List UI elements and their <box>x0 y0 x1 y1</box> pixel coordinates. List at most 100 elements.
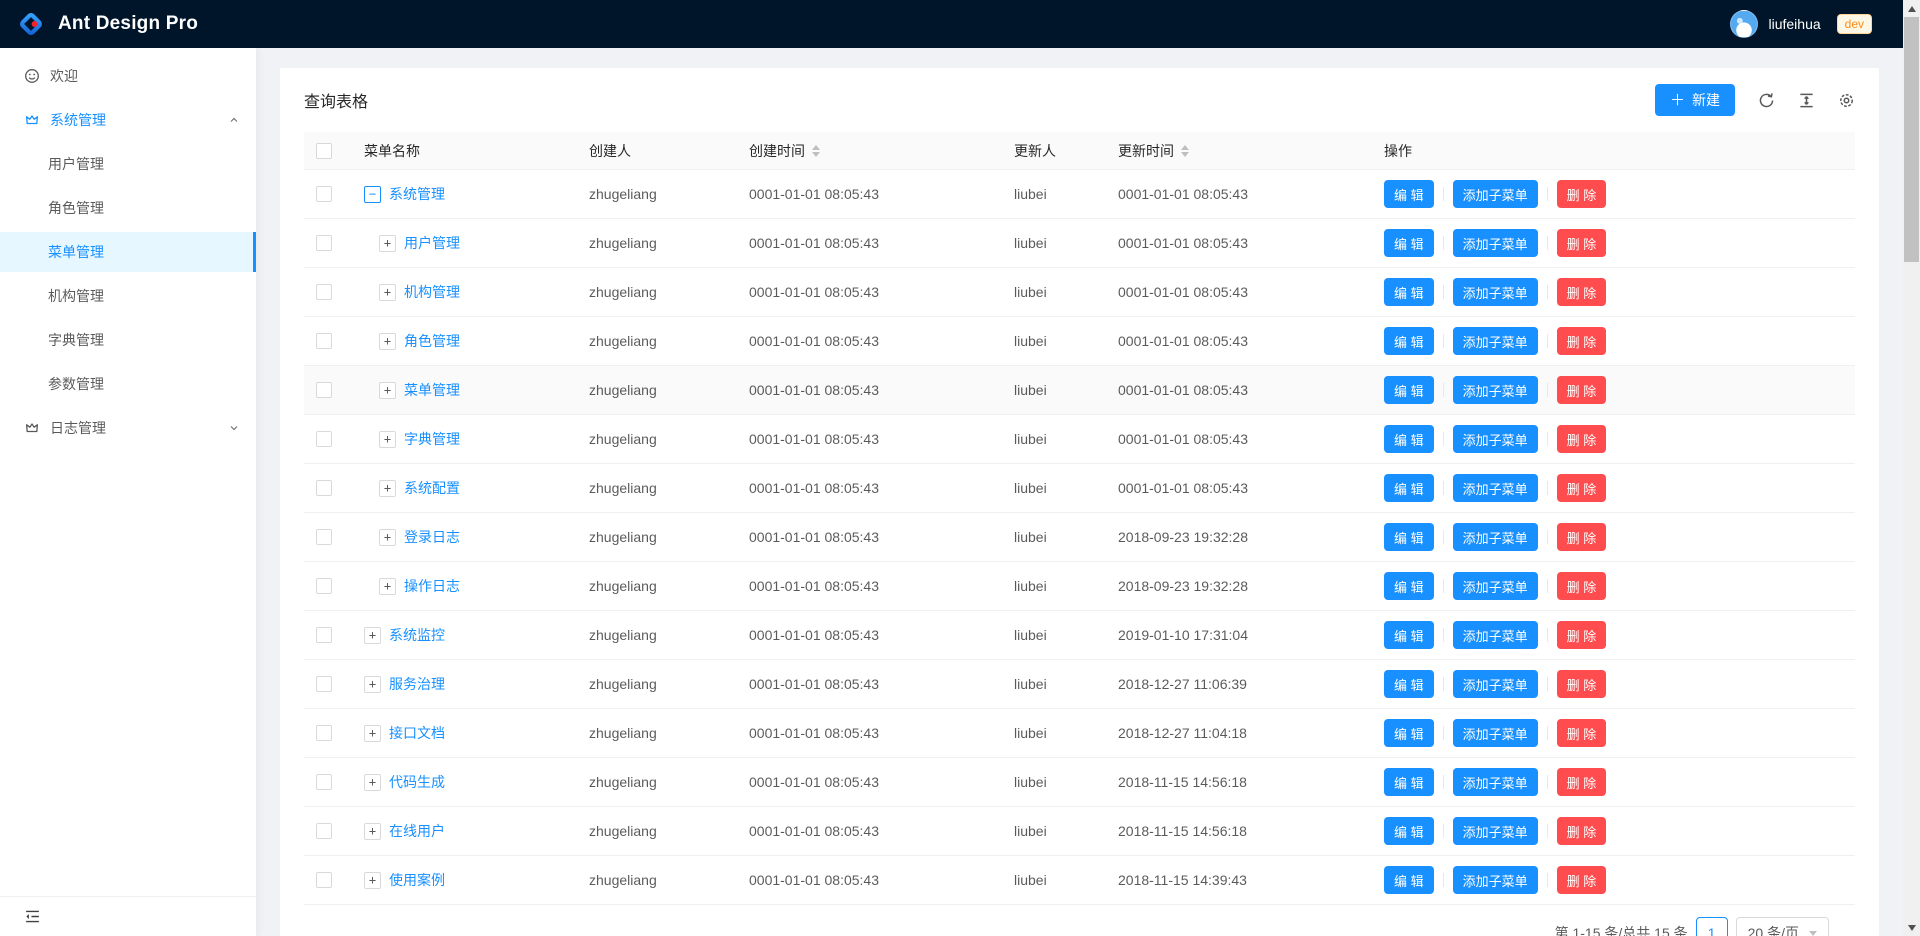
delete-button[interactable]: 删 除 <box>1557 768 1607 796</box>
menu-fold-icon[interactable] <box>24 908 41 925</box>
user-name[interactable]: liufeihua <box>1768 16 1820 32</box>
menu-name-link[interactable]: 服务治理 <box>389 674 445 694</box>
expand-toggle[interactable]: − <box>364 186 381 203</box>
expand-toggle[interactable]: + <box>379 284 396 301</box>
edit-button[interactable]: 编 辑 <box>1384 817 1434 845</box>
edit-button[interactable]: 编 辑 <box>1384 180 1434 208</box>
row-checkbox[interactable] <box>316 235 332 251</box>
edit-button[interactable]: 编 辑 <box>1384 229 1434 257</box>
new-button[interactable]: ＋ 新建 <box>1655 84 1735 116</box>
column-header-updated[interactable]: 更新时间 <box>1102 141 1368 161</box>
edit-button[interactable]: 编 辑 <box>1384 474 1434 502</box>
column-header-created[interactable]: 创建时间 <box>733 141 998 161</box>
delete-button[interactable]: 删 除 <box>1557 425 1607 453</box>
menu-name-link[interactable]: 机构管理 <box>404 282 460 302</box>
menu-name-link[interactable]: 系统管理 <box>389 184 445 204</box>
delete-button[interactable]: 删 除 <box>1557 376 1607 404</box>
menu-name-link[interactable]: 代码生成 <box>389 772 445 792</box>
reload-icon[interactable] <box>1758 92 1775 109</box>
edit-button[interactable]: 编 辑 <box>1384 866 1434 894</box>
edit-button[interactable]: 编 辑 <box>1384 719 1434 747</box>
expand-toggle[interactable]: + <box>364 676 381 693</box>
menu-name-link[interactable]: 系统监控 <box>389 625 445 645</box>
add-child-button[interactable]: 添加子菜单 <box>1453 719 1538 747</box>
edit-button[interactable]: 编 辑 <box>1384 376 1434 404</box>
menu-name-link[interactable]: 使用案例 <box>389 870 445 890</box>
add-child-button[interactable]: 添加子菜单 <box>1453 474 1538 502</box>
logo[interactable]: Ant Design Pro <box>16 9 198 39</box>
expand-toggle[interactable]: + <box>379 578 396 595</box>
add-child-button[interactable]: 添加子菜单 <box>1453 229 1538 257</box>
delete-button[interactable]: 删 除 <box>1557 621 1607 649</box>
sidebar-item-org-mgmt[interactable]: 机构管理 <box>0 276 256 316</box>
edit-button[interactable]: 编 辑 <box>1384 523 1434 551</box>
delete-button[interactable]: 删 除 <box>1557 719 1607 747</box>
row-checkbox[interactable] <box>316 186 332 202</box>
header-user-area[interactable]: liufeihua dev <box>1730 10 1872 38</box>
delete-button[interactable]: 删 除 <box>1557 670 1607 698</box>
row-checkbox[interactable] <box>316 823 332 839</box>
edit-button[interactable]: 编 辑 <box>1384 278 1434 306</box>
density-icon[interactable] <box>1798 92 1815 109</box>
delete-button[interactable]: 删 除 <box>1557 817 1607 845</box>
edit-button[interactable]: 编 辑 <box>1384 670 1434 698</box>
add-child-button[interactable]: 添加子菜单 <box>1453 278 1538 306</box>
row-checkbox[interactable] <box>316 529 332 545</box>
row-checkbox[interactable] <box>316 872 332 888</box>
scroll-up-arrow[interactable] <box>1903 0 1920 17</box>
expand-toggle[interactable]: + <box>379 529 396 546</box>
sidebar-group-log[interactable]: 日志管理 <box>0 408 256 448</box>
row-checkbox[interactable] <box>316 676 332 692</box>
sidebar-item-role-mgmt[interactable]: 角色管理 <box>0 188 256 228</box>
add-child-button[interactable]: 添加子菜单 <box>1453 817 1538 845</box>
expand-toggle[interactable]: + <box>379 480 396 497</box>
delete-button[interactable]: 删 除 <box>1557 180 1607 208</box>
row-checkbox[interactable] <box>316 431 332 447</box>
expand-toggle[interactable]: + <box>379 235 396 252</box>
sidebar-item-menu-mgmt[interactable]: 菜单管理 <box>0 232 256 272</box>
delete-button[interactable]: 删 除 <box>1557 523 1607 551</box>
select-all-checkbox[interactable] <box>316 143 332 159</box>
menu-name-link[interactable]: 登录日志 <box>404 527 460 547</box>
menu-name-link[interactable]: 接口文档 <box>389 723 445 743</box>
scrollbar-thumb[interactable] <box>1904 17 1919 262</box>
add-child-button[interactable]: 添加子菜单 <box>1453 376 1538 404</box>
add-child-button[interactable]: 添加子菜单 <box>1453 523 1538 551</box>
edit-button[interactable]: 编 辑 <box>1384 425 1434 453</box>
add-child-button[interactable]: 添加子菜单 <box>1453 670 1538 698</box>
expand-toggle[interactable]: + <box>364 627 381 644</box>
delete-button[interactable]: 删 除 <box>1557 866 1607 894</box>
sidebar-item-dict-mgmt[interactable]: 字典管理 <box>0 320 256 360</box>
edit-button[interactable]: 编 辑 <box>1384 572 1434 600</box>
row-checkbox[interactable] <box>316 333 332 349</box>
row-checkbox[interactable] <box>316 627 332 643</box>
sidebar-item-user-mgmt[interactable]: 用户管理 <box>0 144 256 184</box>
delete-button[interactable]: 删 除 <box>1557 327 1607 355</box>
row-checkbox[interactable] <box>316 382 332 398</box>
delete-button[interactable]: 删 除 <box>1557 474 1607 502</box>
add-child-button[interactable]: 添加子菜单 <box>1453 768 1538 796</box>
row-checkbox[interactable] <box>316 725 332 741</box>
page-size-select[interactable]: 20 条/页 <box>1736 917 1829 936</box>
add-child-button[interactable]: 添加子菜单 <box>1453 327 1538 355</box>
sort-carets-icon[interactable] <box>812 145 820 157</box>
row-checkbox[interactable] <box>316 578 332 594</box>
vertical-scrollbar[interactable] <box>1903 0 1920 936</box>
menu-name-link[interactable]: 用户管理 <box>404 233 460 253</box>
add-child-button[interactable]: 添加子菜单 <box>1453 180 1538 208</box>
delete-button[interactable]: 删 除 <box>1557 572 1607 600</box>
expand-toggle[interactable]: + <box>379 333 396 350</box>
expand-toggle[interactable]: + <box>364 823 381 840</box>
add-child-button[interactable]: 添加子菜单 <box>1453 866 1538 894</box>
row-checkbox[interactable] <box>316 284 332 300</box>
edit-button[interactable]: 编 辑 <box>1384 621 1434 649</box>
expand-toggle[interactable]: + <box>379 382 396 399</box>
sidebar-item-welcome[interactable]: 欢迎 <box>0 56 256 96</box>
edit-button[interactable]: 编 辑 <box>1384 327 1434 355</box>
row-checkbox[interactable] <box>316 774 332 790</box>
sort-carets-icon[interactable] <box>1181 145 1189 157</box>
expand-toggle[interactable]: + <box>364 872 381 889</box>
edit-button[interactable]: 编 辑 <box>1384 768 1434 796</box>
page-1-button[interactable]: 1 <box>1696 917 1728 936</box>
expand-toggle[interactable]: + <box>364 725 381 742</box>
